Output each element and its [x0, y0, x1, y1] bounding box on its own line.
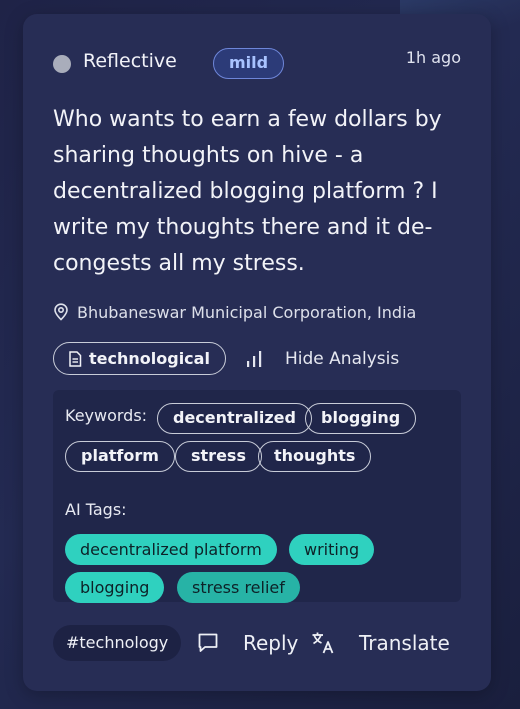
location: Bhubaneswar Municipal Corporation, India [53, 301, 416, 323]
ai-tag[interactable]: writing [289, 534, 375, 565]
ai-tag[interactable]: decentralized platform [65, 534, 277, 565]
post-header: Reflective mild 1h ago [53, 48, 461, 80]
keyword-pill[interactable]: stress [175, 441, 262, 472]
location-text: Bhubaneswar Municipal Corporation, India [77, 302, 417, 322]
timestamp: 1h ago [405, 48, 461, 67]
mood-label: Reflective [83, 50, 177, 72]
mood-indicator-icon [53, 55, 71, 73]
ai-tag[interactable]: stress relief [177, 572, 300, 603]
hide-analysis-button[interactable]: Hide Analysis [245, 342, 399, 375]
ai-tags-label: AI Tags: [65, 500, 127, 519]
bar-chart-icon [247, 350, 262, 367]
keyword-pill[interactable]: platform [65, 441, 175, 472]
keyword-pill[interactable]: decentralized [157, 403, 312, 434]
translate-icon [312, 632, 334, 654]
post-card: Reflective mild 1h ago Who wants to earn… [23, 14, 491, 691]
post-actions-row: technological Hide Analysis [53, 342, 461, 376]
ai-tag[interactable]: blogging [65, 572, 165, 603]
reply-label: Reply [243, 631, 299, 655]
hide-analysis-label: Hide Analysis [285, 348, 400, 369]
keywords-label: Keywords: [65, 406, 148, 425]
translate-button[interactable]: Translate [311, 628, 450, 658]
map-pin-icon [54, 303, 68, 321]
severity-badge: mild [213, 48, 285, 79]
category-chip[interactable]: technological [53, 342, 226, 375]
analysis-panel: Keywords: decentralized blogging platfor… [53, 390, 461, 603]
document-icon [69, 350, 82, 367]
chat-bubble-icon [198, 633, 218, 652]
keyword-pill[interactable]: thoughts [258, 441, 372, 472]
post-footer: #technology Reply Translate [53, 625, 473, 661]
hashtag-chip[interactable]: #technology [53, 625, 182, 661]
translate-label: Translate [359, 631, 450, 655]
post-text: Who wants to earn a few dollars by shari… [53, 107, 442, 276]
category-label: technological [89, 349, 210, 368]
keyword-pill[interactable]: blogging [305, 403, 417, 434]
reply-button[interactable]: Reply [197, 628, 298, 658]
